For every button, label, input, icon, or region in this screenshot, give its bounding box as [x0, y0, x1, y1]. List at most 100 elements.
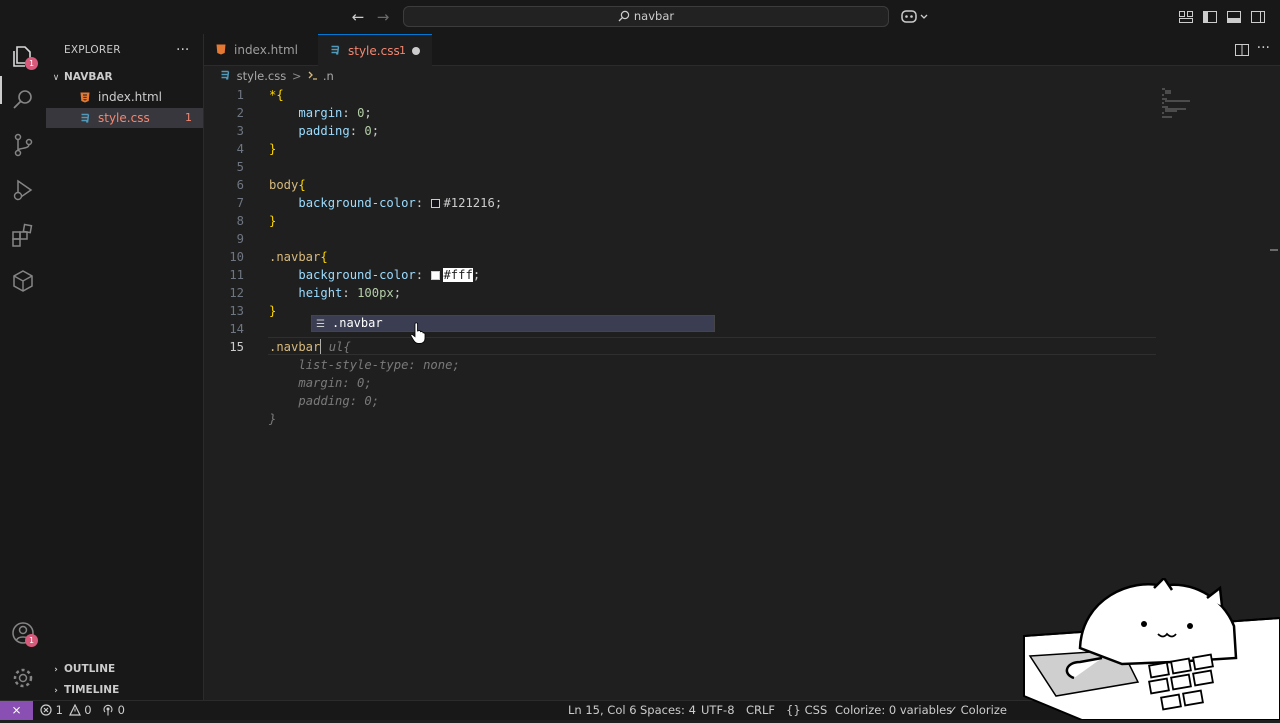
- explorer-icon[interactable]: 1: [9, 42, 38, 70]
- color-swatch-dark[interactable]: [431, 199, 441, 208]
- editor-more-actions-icon[interactable]: ···: [1257, 40, 1270, 56]
- remote-explorer-icon[interactable]: [9, 267, 37, 295]
- encoding[interactable]: UTF-8: [701, 701, 735, 720]
- file-index-html[interactable]: index.html: [46, 87, 203, 107]
- folder-label: NAVBAR: [64, 71, 113, 83]
- minimap[interactable]: [1162, 88, 1192, 118]
- symbol-keyword-icon: ☰: [316, 319, 325, 330]
- line-number: 10: [229, 250, 244, 264]
- check-icon: ✓: [948, 703, 958, 717]
- line-number: 12: [229, 286, 244, 300]
- line-number: 5: [236, 160, 244, 174]
- timeline-label: TIMELINE: [64, 684, 120, 696]
- back-arrow-icon[interactable]: ←: [348, 8, 368, 26]
- indentation[interactable]: Spaces: 4: [640, 701, 696, 720]
- bongo-cat-overlay: [1022, 576, 1280, 721]
- customize-layout-icon[interactable]: [1178, 9, 1194, 25]
- line-number: 2: [236, 106, 244, 120]
- breadcrumb-separator: >: [291, 69, 302, 83]
- symbol-selector-icon: [308, 71, 318, 80]
- broadcast-icon: [103, 704, 113, 716]
- timeline-section[interactable]: › TIMELINE: [46, 680, 203, 700]
- file-name: index.html: [98, 90, 162, 104]
- breadcrumb: style.css > .n: [220, 67, 334, 85]
- tab-label: index.html: [234, 43, 298, 57]
- accounts-icon[interactable]: 1: [9, 619, 38, 647]
- chevron-right-icon: ›: [54, 686, 58, 696]
- code-line: }: [269, 142, 277, 156]
- line-endings[interactable]: CRLF: [746, 701, 775, 720]
- code-line: background-color: #fff;: [298, 268, 481, 282]
- color-swatch-white[interactable]: [431, 271, 441, 280]
- search-icon[interactable]: [9, 86, 37, 114]
- folder-navbar[interactable]: ∨ NAVBAR: [46, 66, 203, 86]
- code-line: padding: 0;: [298, 124, 380, 138]
- copilot-icon[interactable]: [900, 8, 932, 26]
- tab-style-css[interactable]: style.css 1: [318, 34, 432, 66]
- explorer-more-actions[interactable]: ···: [176, 42, 189, 58]
- forward-arrow-icon[interactable]: →: [373, 8, 393, 26]
- inline-suggestion-line: padding: 0;: [298, 394, 380, 408]
- toggle-panel-icon[interactable]: [1226, 9, 1242, 25]
- explorer-sidebar: EXPLORER ··· ∨ NAVBAR index.html style.cs…: [46, 34, 204, 700]
- code-line: margin: 0;: [298, 106, 372, 120]
- code-line: height: 100px;: [298, 286, 402, 300]
- line-number: 13: [229, 304, 244, 318]
- title-bar: ← → navbar: [0, 0, 1280, 34]
- css3-icon: [221, 70, 230, 80]
- editor-tabs: index.html style.css 1 ···: [204, 34, 1280, 66]
- cursor-position[interactable]: Ln 15, Col 6: [568, 701, 637, 720]
- unsaved-dot-icon[interactable]: [412, 47, 420, 55]
- bongo-cat-icon: [1023, 576, 1280, 721]
- code-line: *{: [269, 88, 284, 102]
- explorer-badge: 1: [25, 57, 38, 70]
- extensions-icon[interactable]: [9, 222, 37, 250]
- error-icon: [40, 704, 52, 716]
- chevron-right-icon: ›: [54, 665, 58, 675]
- ports-status[interactable]: 0: [102, 701, 125, 720]
- search-icon: [618, 10, 630, 22]
- tab-index-html[interactable]: index.html: [204, 34, 318, 66]
- suggest-item-label[interactable]: .navbar: [332, 316, 383, 330]
- language-mode[interactable]: {} CSS: [786, 701, 827, 720]
- error-count: 1: [55, 703, 63, 717]
- line-number: 11: [229, 268, 244, 282]
- inline-suggestion-line: list-style-type: none;: [298, 358, 460, 372]
- toggle-primary-sidebar-icon[interactable]: [1202, 9, 1218, 25]
- code-line: }: [269, 214, 277, 228]
- colorize-toggle[interactable]: ✓ Colorize: [948, 701, 1007, 720]
- line-number: 3: [236, 124, 244, 138]
- chevron-down-icon: ∨: [52, 73, 60, 83]
- css3-icon: [81, 113, 90, 123]
- colorize-variables[interactable]: Colorize: 0 variables: [835, 701, 952, 720]
- code-line: body{: [269, 178, 306, 192]
- line-number: 4: [236, 142, 244, 156]
- split-editor-icon[interactable]: [1234, 42, 1250, 58]
- explorer-title: EXPLORER: [64, 44, 121, 56]
- code-line: .navbar{: [269, 250, 328, 264]
- run-debug-icon[interactable]: [9, 176, 37, 204]
- code-line-current: .navbar ul{: [269, 339, 351, 354]
- remote-indicator-icon[interactable]: ⨯: [0, 701, 33, 720]
- command-center-search[interactable]: navbar: [403, 6, 889, 27]
- toggle-secondary-sidebar-icon[interactable]: [1250, 9, 1266, 25]
- ports-count: 0: [117, 703, 125, 717]
- search-text: navbar: [633, 9, 675, 23]
- file-style-css[interactable]: style.css 1: [46, 108, 203, 128]
- source-control-icon[interactable]: [9, 131, 37, 159]
- current-line-highlight: [268, 337, 1156, 355]
- outline-section[interactable]: › OUTLINE: [46, 659, 203, 679]
- file-name: style.css: [98, 111, 150, 125]
- code-line: background-color: #121216;: [298, 196, 503, 210]
- inline-suggestion-line: }: [269, 412, 277, 426]
- activity-bar: 1 1: [0, 34, 46, 700]
- braces-icon: {}: [786, 703, 801, 717]
- manage-gear-icon[interactable]: [9, 664, 37, 692]
- breadcrumb-symbol[interactable]: .n: [323, 69, 334, 83]
- suggest-widget[interactable]: ☰ .navbar: [311, 315, 715, 332]
- problems-status[interactable]: 1 0: [40, 701, 92, 720]
- line-number: 6: [236, 178, 244, 192]
- css3-icon: [331, 45, 340, 55]
- tab-label: style.css: [348, 44, 400, 58]
- breadcrumb-file[interactable]: style.css: [237, 69, 287, 83]
